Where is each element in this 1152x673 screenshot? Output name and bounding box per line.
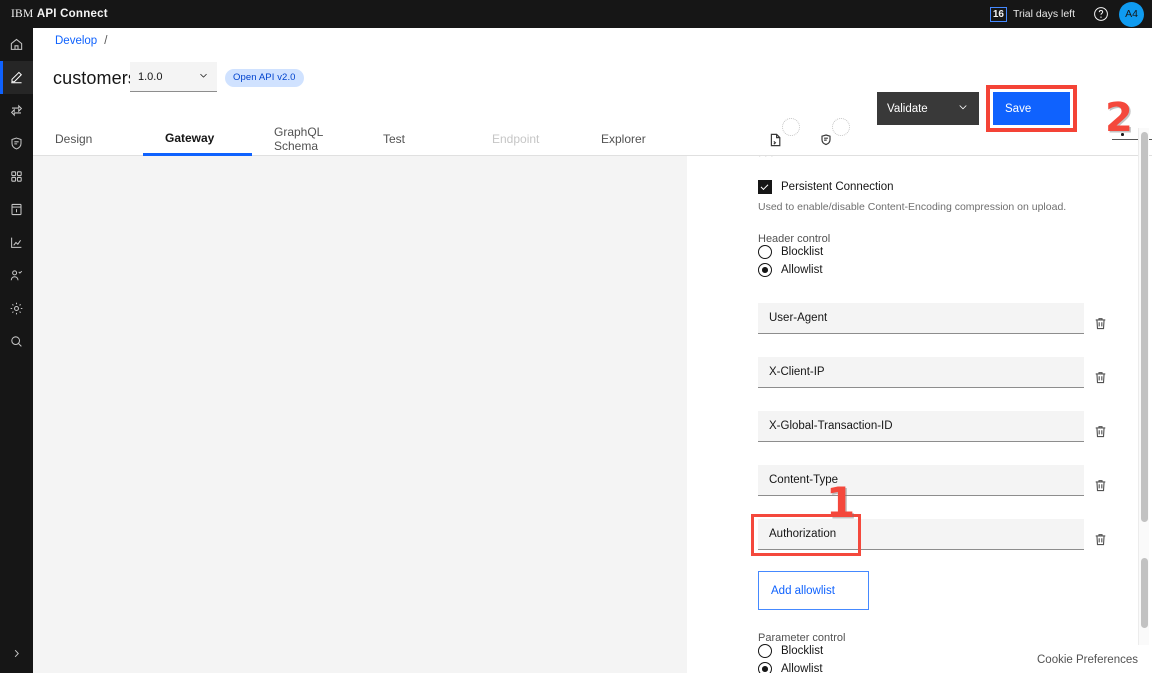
header-field-authorization[interactable]: [758, 519, 1084, 550]
sidebar-item-analytics[interactable]: [0, 226, 33, 259]
api-title-row: customers 1.0.0 Open API v2.0 Validate S…: [33, 56, 1152, 147]
search-icon: [11, 336, 22, 347]
clipped-scroll-text: · · ·: [758, 156, 1058, 160]
gateway-settings-panel: · · · Persistent Connection Used to enab…: [687, 156, 1152, 673]
chevron-right-icon: [14, 649, 19, 657]
trash-icon: [1095, 318, 1106, 330]
pencil-icon: [11, 71, 23, 84]
top-header-actions: 16 Trial days left A4: [989, 0, 1152, 28]
chevron-down-icon: [198, 70, 209, 84]
application-root: IBM API Connect 16 Trial days left A4 De…: [0, 0, 1152, 673]
tab-gateway[interactable]: Gateway: [143, 123, 252, 156]
parameter-control-blocklist-label: Blocklist: [781, 645, 824, 657]
save-button[interactable]: Save: [993, 92, 1070, 125]
trash-icon: [1095, 480, 1106, 492]
version-dropdown[interactable]: 1.0.0: [130, 62, 217, 92]
brand-ibm: IBM: [11, 8, 34, 20]
product-brand[interactable]: IBM API Connect: [0, 8, 108, 20]
help-circle-icon: [1094, 7, 1108, 21]
radio-indicator-selected: [758, 662, 772, 673]
delete-header-authorization-button[interactable]: [1093, 532, 1111, 550]
validate-dropdown-button[interactable]: Validate: [877, 92, 979, 125]
sidebar-item-manage[interactable]: [0, 127, 33, 160]
vertical-scrollbar[interactable]: [1138, 128, 1149, 645]
header-field-x-client-ip[interactable]: [758, 357, 1084, 388]
trash-icon: [1095, 534, 1106, 546]
breadcrumb-develop[interactable]: Develop: [55, 35, 97, 47]
tab-bar: Design Gateway GraphQL Schema Test Endpo…: [33, 123, 1152, 156]
sidebar-item-catalog[interactable]: [0, 193, 33, 226]
sidebar-expand-button[interactable]: [0, 639, 33, 667]
header-control-allowlist-radio[interactable]: Allowlist: [758, 263, 823, 277]
radio-indicator: [758, 245, 772, 259]
chevron-down-icon: [957, 101, 969, 116]
page-title: customers: [53, 68, 137, 88]
delete-header-x-global-transaction-id-button[interactable]: [1093, 424, 1111, 442]
scrollbar-thumb-secondary[interactable]: [1141, 558, 1148, 628]
user-avatar[interactable]: A4: [1119, 1, 1144, 27]
breadcrumb: Develop /: [33, 28, 107, 54]
scrollbar-thumb[interactable]: [1141, 132, 1148, 522]
persistent-connection-checkbox[interactable]: [758, 180, 772, 194]
sidebar-item-home[interactable]: [0, 28, 33, 61]
catalog-icon: [11, 203, 22, 216]
parameter-control-allowlist-label: Allowlist: [781, 663, 823, 673]
trial-days-label: Trial days left: [1012, 8, 1075, 20]
deploy-icon: [10, 104, 23, 117]
delete-header-x-client-ip-button[interactable]: [1093, 370, 1111, 388]
gateway-left-panel: [33, 156, 687, 673]
trash-icon: [1095, 426, 1106, 438]
version-value: 1.0.0: [138, 70, 163, 83]
trash-icon: [1095, 372, 1106, 384]
brand-product: API Connect: [36, 8, 108, 20]
header-control-blocklist-label: Blocklist: [781, 246, 824, 258]
sidebar-item-develop[interactable]: [0, 61, 33, 94]
shield-chat-icon: [11, 137, 22, 150]
parameter-control-blocklist-radio[interactable]: Blocklist: [758, 644, 823, 658]
parameter-control-allowlist-radio[interactable]: Allowlist: [758, 662, 823, 673]
header-field-content-type[interactable]: [758, 465, 1084, 496]
tab-design[interactable]: Design: [33, 123, 143, 156]
left-navigation-rail: [0, 28, 33, 673]
top-header-bar: IBM API Connect 16 Trial days left A4: [0, 0, 1152, 28]
header-field-user-agent[interactable]: [758, 303, 1084, 334]
header-field-x-global-transaction-id[interactable]: [758, 411, 1084, 442]
gear-icon: [10, 302, 23, 315]
delete-header-user-agent-button[interactable]: [1093, 316, 1111, 334]
main-region: Develop / customers 1.0.0 Open API v2.0: [33, 28, 1152, 673]
persistent-connection-label: Persistent Connection: [781, 181, 894, 193]
tab-graphql-schema[interactable]: GraphQL Schema: [252, 123, 361, 156]
sidebar-item-publish[interactable]: [0, 94, 33, 127]
tab-test[interactable]: Test: [361, 123, 470, 156]
tab-endpoint: Endpoint: [470, 123, 579, 156]
users-icon: [10, 270, 23, 281]
parameter-control-label: Parameter control: [758, 632, 846, 644]
radio-indicator: [758, 644, 772, 658]
breadcrumb-separator: /: [104, 35, 108, 47]
home-icon: [10, 38, 23, 50]
header-control-allowlist-label: Allowlist: [781, 264, 823, 276]
radio-indicator-selected: [758, 263, 772, 277]
grid-icon: [11, 171, 22, 182]
sidebar-item-members[interactable]: [0, 259, 33, 292]
sidebar-item-settings[interactable]: [0, 292, 33, 325]
trial-days-count: 16: [989, 6, 1007, 22]
delete-header-content-type-button[interactable]: [1093, 478, 1111, 496]
analytics-icon: [11, 237, 22, 248]
header-control-blocklist-radio[interactable]: Blocklist: [758, 245, 823, 259]
cookie-preferences-link[interactable]: Cookie Preferences: [1037, 654, 1138, 666]
header-control-label: Header control: [758, 233, 831, 245]
persistent-connection-helper-text: Used to enable/disable Content-Encoding …: [758, 201, 1067, 213]
help-button[interactable]: [1087, 0, 1115, 28]
add-allowlist-button[interactable]: Add allowlist: [758, 571, 869, 610]
openapi-version-badge: Open API v2.0: [225, 69, 304, 87]
sidebar-item-apps[interactable]: [0, 160, 33, 193]
persistent-connection-row: Persistent Connection: [758, 180, 894, 194]
sidebar-item-search[interactable]: [0, 325, 33, 358]
tab-explorer[interactable]: Explorer: [579, 123, 1152, 156]
validate-label: Validate: [887, 102, 928, 115]
